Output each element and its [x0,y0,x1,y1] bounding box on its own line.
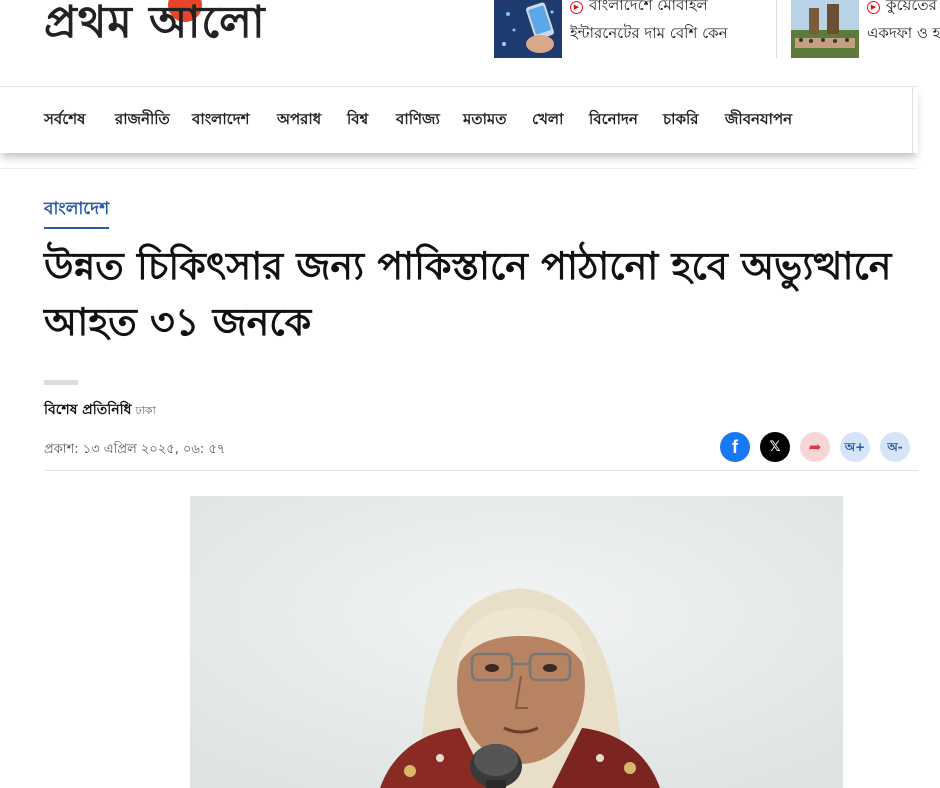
top-teaser-2[interactable]: ▶ কুয়েতের একদফা ও হ [791,0,940,62]
author-location: ঢাকা [135,404,156,417]
nav-item-business[interactable]: বাণিজ্য [396,108,440,133]
facebook-share-button[interactable]: f [720,432,750,462]
site-header: প্রথম আলো ▶ বাংলাদেশে মোবাইল ইন্টারনেটের … [0,0,940,86]
byline: বিশেষ প্রতিনিধি ঢাকা [44,398,156,422]
nav-item-bangladesh[interactable]: বাংলাদেশ [192,108,249,133]
share-arrow-icon: ➦ [808,438,822,456]
facebook-icon: f [732,437,738,457]
x-share-button[interactable]: 𝕏 [760,432,790,462]
publish-date: প্রকাশ: ১৩ এপ্রিল ২০২৫, ০৬: ৫৭ [44,442,226,457]
nav-item-politics[interactable]: রাজনীতি [115,108,170,133]
site-logo[interactable]: প্রথম আলো [44,0,266,46]
nav-item-crime[interactable]: অপরাধ [277,108,321,133]
video-play-icon: ▶ [867,1,880,14]
author-name[interactable]: বিশেষ প্রতিনিধি [44,402,131,418]
teaser-1-line1: বাংলাদেশে মোবাইল [589,0,708,14]
font-decrease-icon: অ- [887,440,903,454]
nav-item-jobs[interactable]: চাকরি [663,108,698,133]
teaser-2-line2: একদফা ও হ [867,24,940,42]
nav-item-lifestyle[interactable]: জীবনযাপন [725,108,792,133]
x-icon: 𝕏 [769,439,781,455]
top-teaser-1[interactable]: ▶ বাংলাদেশে মোবাইল ইন্টারনেটের দাম বেশি ক… [494,0,764,62]
nav-item-opinion[interactable]: মতামত [463,108,507,133]
nav-item-sports[interactable]: খেলা [532,108,563,133]
font-decrease-button[interactable]: অ- [880,432,910,462]
font-increase-icon: অ+ [844,440,866,454]
article-photo [190,496,843,788]
photo-person-illustration [190,496,843,788]
main-navigation: সর্বশেষ রাজনীতি বাংলাদেশ অপরাধ বিশ্ব বাণ… [0,86,918,153]
section-label[interactable]: বাংলাদেশ [44,196,110,229]
teaser-thumbnail-crowd [791,0,859,58]
teaser-2-line1: কুয়েতের [886,0,937,14]
video-play-icon: ▶ [570,1,583,14]
content-divider [0,168,918,169]
nav-divider [912,87,913,153]
nav-item-latest[interactable]: সর্বশেষ [44,108,85,133]
font-increase-button[interactable]: অ+ [840,432,870,462]
teaser-divider [776,0,777,58]
teaser-thumbnail-phone [494,0,562,58]
article-headline: উন্নত চিকিৎসার জন্য পাকিস্তানে পাঠানো হব… [44,244,892,344]
teaser-1-line2: ইন্টারনেটের দাম বেশি কেন [570,24,728,42]
byline-bar [44,380,78,385]
share-button[interactable]: ➦ [800,432,830,462]
article-meta-divider [44,470,918,471]
nav-item-entertainment[interactable]: বিনোদন [589,108,638,133]
nav-item-world[interactable]: বিশ্ব [347,108,368,133]
